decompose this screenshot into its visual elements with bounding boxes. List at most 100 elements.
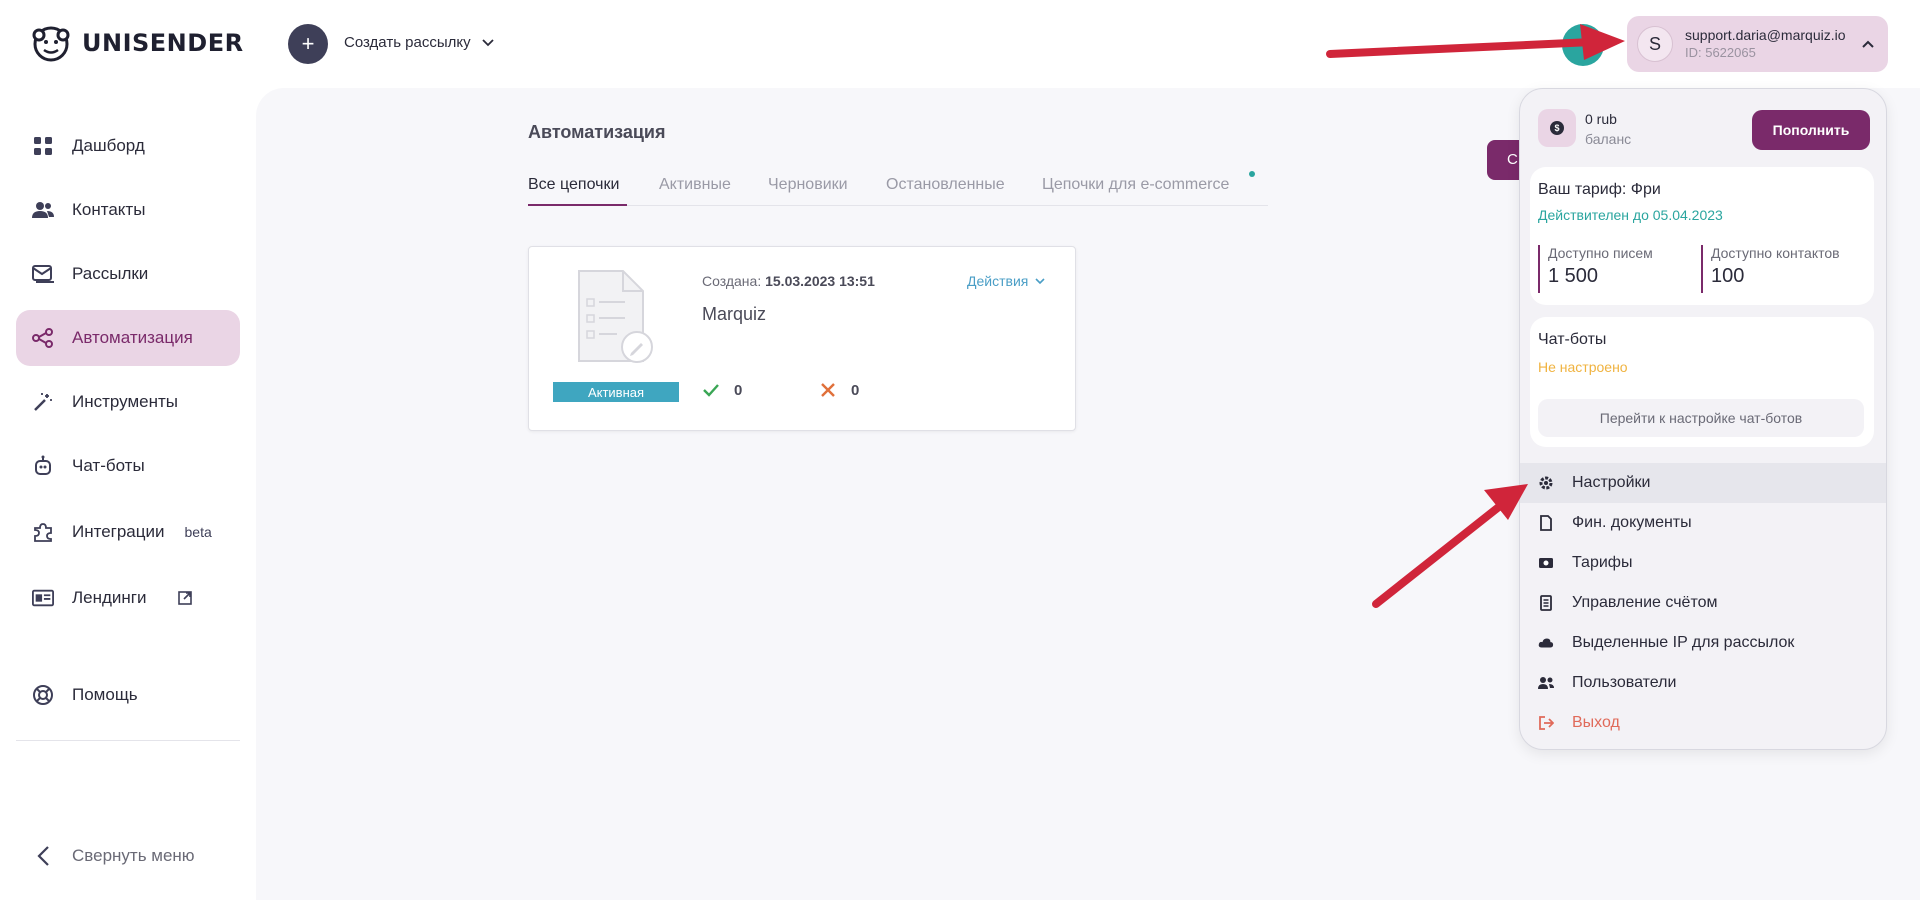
dashboard-grid-icon	[32, 135, 54, 157]
success-count: 0	[734, 381, 743, 399]
mail-icon	[32, 263, 54, 285]
letters-value: 1 500	[1548, 265, 1599, 287]
chatbots-status: Не настроено	[1538, 359, 1628, 375]
document-edit-icon	[578, 270, 653, 363]
balance-icon: $	[1538, 109, 1576, 147]
chatbots-title: Чат-боты	[1538, 331, 1607, 348]
contacts-value: 100	[1711, 265, 1745, 287]
create-campaign-label: Создать рассылку	[344, 34, 471, 51]
plan-valid-until: Действителен до 05.04.2023	[1538, 207, 1723, 223]
check-icon	[703, 384, 719, 397]
document-icon	[1538, 515, 1554, 531]
ledger-icon	[1538, 595, 1554, 611]
avatar: S	[1637, 26, 1673, 62]
fail-stat: 0	[819, 381, 859, 399]
secondary-avatar[interactable]	[1562, 24, 1604, 66]
tab-active[interactable]: Активные	[659, 176, 731, 194]
sidebar-item-label: Контакты	[72, 200, 146, 219]
menu-item-fin-docs[interactable]: Фин. документы	[1520, 503, 1886, 543]
letters-label: Доступно писем	[1548, 245, 1653, 261]
users-icon	[32, 199, 54, 221]
automation-share-icon	[32, 327, 54, 349]
user-id: ID: 5622065	[1685, 45, 1756, 60]
menu-item-label: Управление счётом	[1572, 594, 1718, 611]
sidebar-item-integrations[interactable]: Интеграции beta	[16, 504, 240, 560]
letters-available: Доступно писем 1 500	[1538, 245, 1653, 293]
topup-button[interactable]: Пополнить	[1752, 110, 1870, 150]
plus-icon: +	[301, 31, 315, 56]
sidebar-divider	[16, 740, 240, 741]
actions-label: Действия	[967, 273, 1029, 289]
sidebar-item-contacts[interactable]: Контакты	[16, 182, 240, 238]
menu-item-users[interactable]: Пользователи	[1520, 663, 1886, 703]
beta-badge: beta	[184, 524, 212, 540]
menu-item-account-management[interactable]: Управление счётом	[1520, 583, 1886, 623]
menu-item-dedicated-ip[interactable]: Выделенные IP для рассылок	[1520, 623, 1886, 663]
sidebar-item-label: Дашборд	[72, 136, 145, 155]
chain-name[interactable]: Marquiz	[702, 304, 766, 325]
sidebar-item-label: Рассылки	[72, 264, 149, 283]
menu-item-settings[interactable]: Настройки	[1520, 463, 1886, 503]
unisender-logo[interactable]: UNISENDER	[30, 22, 244, 64]
landing-layout-icon	[32, 587, 54, 609]
chain-card[interactable]: Активная Создана: 15.03.2023 13:51 Marqu…	[528, 246, 1076, 431]
page-title: Автоматизация	[528, 122, 666, 142]
user-email: support.daria@marquiz.io	[1685, 27, 1846, 43]
cross-icon	[821, 383, 835, 397]
menu-item-label: Пользователи	[1572, 674, 1677, 691]
menu-item-logout[interactable]: Выход	[1520, 703, 1886, 743]
create-campaign-dropdown[interactable]: Создать рассылку	[344, 34, 495, 51]
external-link-icon	[177, 591, 192, 605]
chevron-down-icon	[1035, 278, 1045, 285]
sidebar-item-label: Лендинги	[72, 588, 147, 607]
create-chain-label: С	[1507, 151, 1518, 168]
sidebar-item-campaigns[interactable]: Рассылки	[16, 246, 240, 302]
created-label: Создана:	[702, 273, 762, 289]
menu-item-label: Выход	[1572, 714, 1620, 731]
account-menu: Настройки Фин. документы Тарифы Управлен…	[1520, 463, 1886, 743]
tab-ecommerce[interactable]: Цепочки для e-commerce	[1042, 176, 1229, 194]
menu-item-label: Тарифы	[1572, 554, 1633, 571]
collapse-menu-button[interactable]: Свернуть меню	[16, 828, 240, 884]
lifebuoy-icon	[32, 684, 54, 706]
chatbots-setup-button[interactable]: Перейти к настройке чат-ботов	[1538, 399, 1864, 437]
chevron-left-icon	[32, 845, 54, 867]
sidebar-item-label: Чат-боты	[72, 456, 145, 475]
created-date: Создана: 15.03.2023 13:51	[702, 273, 875, 289]
create-campaign-button[interactable]: +	[288, 24, 328, 64]
fail-count: 0	[851, 381, 860, 399]
plan-panel: Ваш тариф: Фри Действителен до 05.04.202…	[1530, 167, 1874, 305]
new-indicator-dot	[1249, 171, 1255, 177]
tab-bar: Все цепочки Активные Черновики Остановле…	[528, 174, 1268, 206]
sidebar-item-chatbots[interactable]: Чат-боты	[16, 438, 240, 494]
puzzle-icon	[32, 521, 54, 543]
sidebar-item-label: Интеграции	[72, 522, 165, 541]
sidebar-item-label: Автоматизация	[72, 328, 193, 347]
menu-item-label: Настройки	[1572, 474, 1651, 491]
sidebar-item-label: Инструменты	[72, 392, 179, 411]
success-stat: 0	[702, 381, 742, 399]
user-dropdown-menu: $ 0 rub баланс Пополнить Ваш тариф: Фри …	[1519, 88, 1887, 750]
actions-dropdown[interactable]: Действия	[967, 273, 1046, 289]
menu-item-label: Фин. документы	[1572, 514, 1692, 531]
users-icon	[1538, 675, 1554, 691]
tab-all-chains[interactable]: Все цепочки	[528, 176, 619, 194]
plan-title: Ваш тариф: Фри	[1538, 181, 1661, 198]
sidebar-item-automation[interactable]: Автоматизация	[16, 310, 240, 366]
balance-amount: 0 rub	[1585, 111, 1617, 127]
banknote-icon	[1538, 555, 1554, 571]
sidebar-item-label: Помощь	[72, 685, 138, 704]
sidebar-item-dashboard[interactable]: Дашборд	[16, 118, 240, 174]
menu-item-tariffs[interactable]: Тарифы	[1520, 543, 1886, 583]
user-menu-toggle[interactable]: S support.daria@marquiz.io ID: 5622065	[1627, 16, 1888, 72]
menu-item-label: Выделенные IP для рассылок	[1572, 634, 1795, 651]
contacts-label: Доступно контактов	[1711, 245, 1840, 261]
active-tab-indicator	[528, 204, 627, 206]
sidebar-item-tools[interactable]: Инструменты	[16, 374, 240, 430]
tab-drafts[interactable]: Черновики	[768, 176, 848, 194]
tab-stopped[interactable]: Остановленные	[886, 176, 1005, 194]
sidebar-item-landings[interactable]: Лендинги	[16, 570, 240, 626]
logout-icon	[1538, 715, 1554, 731]
contacts-available: Доступно контактов 100	[1701, 245, 1840, 293]
sidebar-item-help[interactable]: Помощь	[16, 667, 240, 723]
